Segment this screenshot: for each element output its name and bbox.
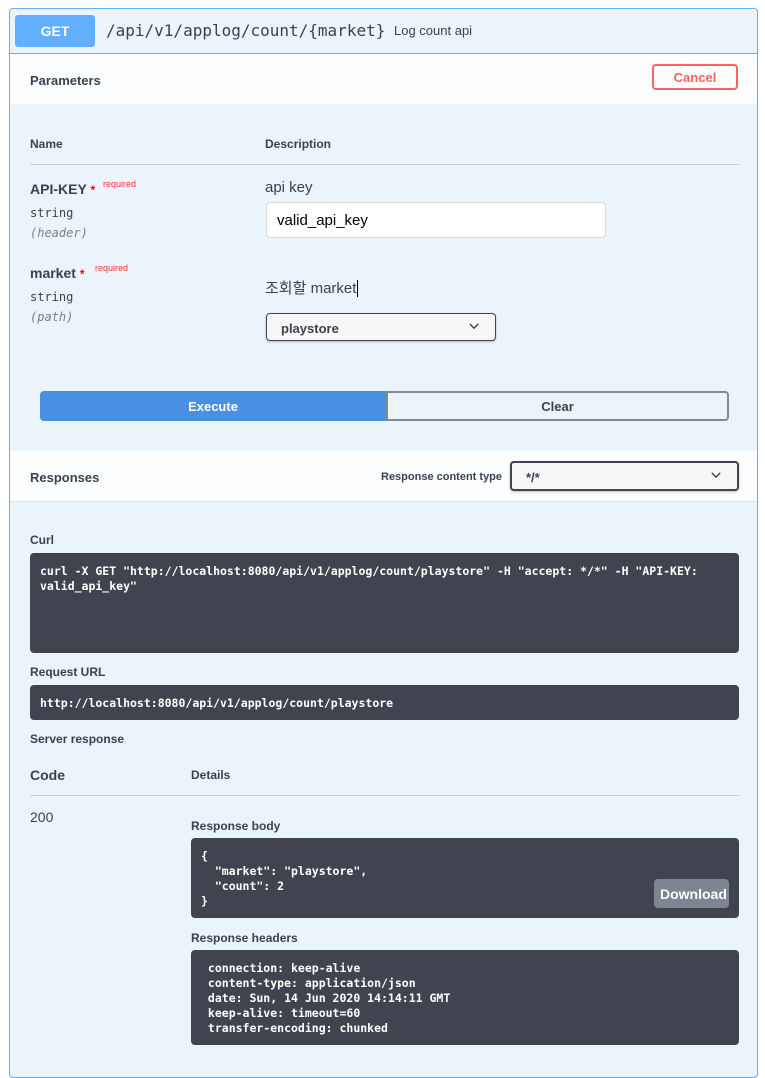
param-name-label: market <box>30 265 76 281</box>
chevron-down-icon <box>711 472 721 479</box>
http-method-badge: GET <box>15 15 95 47</box>
execute-button[interactable]: Execute <box>40 391 386 421</box>
param-description-text: 조회할 market <box>265 280 357 297</box>
content-type-value: */* <box>526 470 540 485</box>
response-headers-label: Response headers <box>191 931 298 945</box>
cancel-button[interactable]: Cancel <box>652 64 738 90</box>
param-location: (path) <box>30 310 74 324</box>
curl-code: curl -X GET "http://localhost:8080/api/v… <box>30 553 739 653</box>
divider <box>30 795 739 796</box>
param-name-label: API-KEY <box>30 181 87 197</box>
operation-block: GET /api/v1/applog/count/{market} Log co… <box>9 8 758 1078</box>
api-key-input[interactable] <box>266 202 606 238</box>
response-body-wrapper: { "market": "playstore", "count": 2 } Do… <box>191 838 739 918</box>
request-url-label: Request URL <box>30 665 106 679</box>
responses-title: Responses <box>30 470 100 485</box>
required-star: * <box>79 267 85 281</box>
server-response-label: Server response <box>30 732 125 746</box>
column-description-header: Description <box>265 137 332 151</box>
required-label: required <box>103 179 137 189</box>
response-content-type-label: Response content type <box>381 471 503 483</box>
param-description: api key <box>265 179 313 196</box>
execute-wrapper: Execute Clear <box>40 391 729 421</box>
param-type: string <box>30 206 74 220</box>
endpoint-description: Log count api <box>394 23 473 38</box>
download-button[interactable]: Download <box>654 879 729 908</box>
param-type: string <box>30 290 74 304</box>
column-name-header: Name <box>30 137 63 151</box>
divider <box>30 164 739 165</box>
details-column-header: Details <box>191 768 231 782</box>
market-select-value: playstore <box>281 321 339 336</box>
response-body-label: Response body <box>191 819 281 833</box>
curl-label: Curl <box>30 533 54 547</box>
code-column-header: Code <box>30 767 65 783</box>
parameters-header: Parameters Cancel <box>10 54 757 104</box>
endpoint-path: /api/v1/applog/count/{market} <box>106 21 386 40</box>
param-description: 조회할 market <box>265 277 359 298</box>
response-headers-code: connection: keep-alive content-type: app… <box>191 950 739 1045</box>
clear-button[interactable]: Clear <box>386 391 729 421</box>
text-cursor <box>357 280 359 297</box>
response-code: 200 <box>30 809 54 825</box>
required-star: * <box>90 183 96 197</box>
response-content-type-select[interactable]: */* <box>510 461 739 491</box>
param-name-api-key: API-KEY * <box>30 181 95 197</box>
required-label: required <box>95 263 129 273</box>
parameters-title: Parameters <box>30 73 101 88</box>
market-select[interactable]: playstore <box>266 313 496 341</box>
chevron-down-icon <box>469 323 479 330</box>
responses-header: Responses Response content type */* <box>10 451 757 502</box>
operation-summary[interactable]: GET /api/v1/applog/count/{market} Log co… <box>10 9 757 54</box>
param-name-market: market * <box>30 265 84 281</box>
param-location: (header) <box>30 226 88 240</box>
request-url-code: http://localhost:8080/api/v1/applog/coun… <box>30 685 739 720</box>
